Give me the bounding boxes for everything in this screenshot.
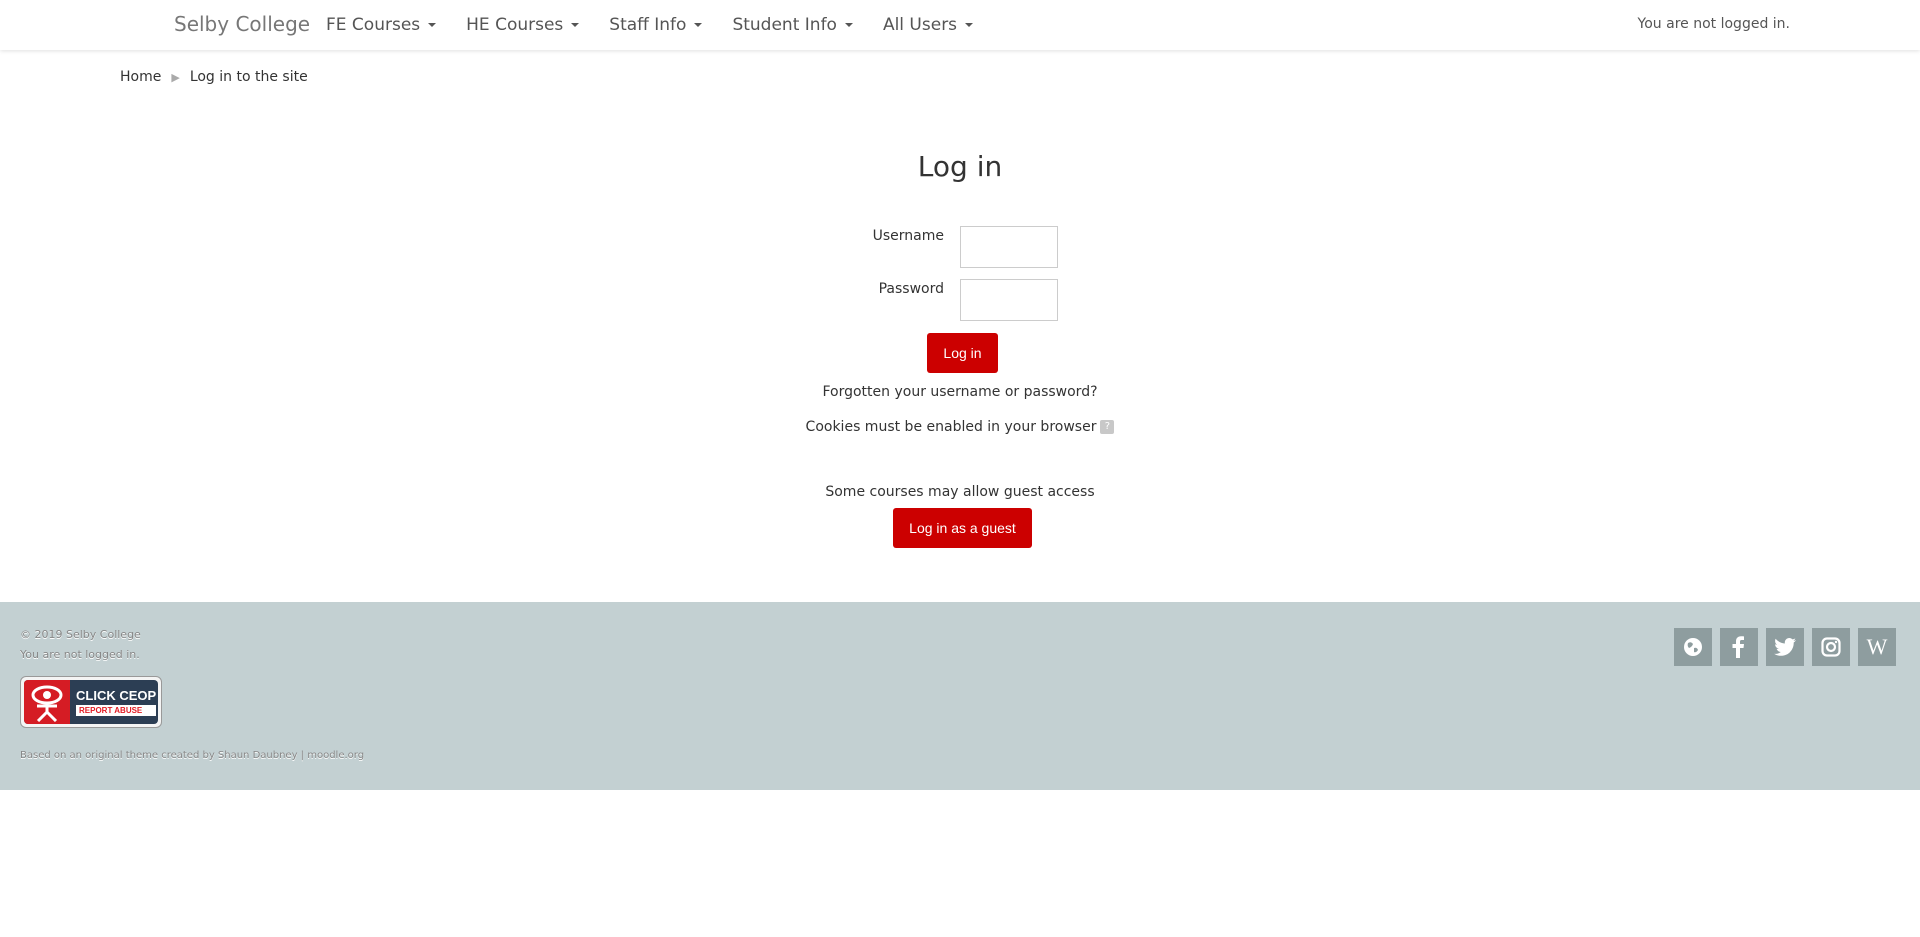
password-input[interactable] [960,279,1058,321]
copyright-text: © 2019 Selby College [20,628,141,641]
ceop-main-text: CLICK CEOP [76,688,157,703]
facebook-icon[interactable] [1720,628,1758,666]
guest-login-button[interactable]: Log in as a guest [893,508,1032,548]
caret-down-icon [965,23,974,27]
ceop-logo-icon [24,680,70,724]
username-input[interactable] [960,226,1058,268]
moodle-link[interactable]: moodle.org [307,750,364,761]
nav-item-label: FE Courses [326,15,421,35]
ceop-report-abuse-button[interactable]: CLICK CEOP REPORT ABUSE [20,676,162,728]
nav-item-fe-courses[interactable]: FE Courses [326,15,437,35]
guest-access-note: Some courses may allow guest access [825,484,1095,500]
nav-item-all-users[interactable]: All Users [882,15,974,35]
breadcrumb-home-link[interactable]: Home [120,69,161,85]
nav-item-label: Staff Info [609,15,687,35]
caret-down-icon [428,23,437,27]
footer-login-status: You are not logged in. [20,648,140,661]
login-status-text: You are not logged in. [1637,16,1790,32]
caret-down-icon [694,23,703,27]
caret-down-icon [844,23,853,27]
forgot-password-link[interactable]: Forgotten your username or password? [822,384,1097,400]
breadcrumb: Home ▶ Log in to the site [120,69,308,85]
site-brand-link[interactable]: Selby College [174,12,310,36]
nav-item-label: All Users [882,15,958,35]
nav-item-staff-info[interactable]: Staff Info [609,15,703,35]
forgot-password-row: Forgotten your username or password? [0,384,1920,400]
breadcrumb-current-link[interactable]: Log in to the site [190,69,308,85]
theme-credit: Based on an original theme created by Sh… [20,750,364,761]
ceop-text: CLICK CEOP REPORT ABUSE [70,680,157,724]
social-links: W [1666,628,1896,666]
page-title: Log in [917,150,1003,183]
theme-credit-text: Based on an original theme created by Sh… [20,750,298,761]
nav-item-he-courses[interactable]: HE Courses [466,15,580,35]
main-nav: FE Courses HE Courses Staff Info Student… [326,0,1003,50]
twitter-icon[interactable] [1766,628,1804,666]
cookies-notice: Cookies must be enabled in your browser … [0,419,1920,435]
cookies-text: Cookies must be enabled in your browser [805,419,1097,435]
credit-separator: | [297,750,308,761]
login-button[interactable]: Log in [927,333,998,373]
breadcrumb-separator-icon: ▶ [171,70,180,84]
wikipedia-icon[interactable]: W [1858,628,1896,666]
ceop-sub-text: REPORT ABUSE [76,705,157,716]
help-icon[interactable]: ? [1100,420,1115,434]
nav-item-label: Student Info [732,15,837,35]
top-navbar: Selby College FE Courses HE Courses Staf… [0,0,1920,50]
nav-item-student-info[interactable]: Student Info [732,15,853,35]
nav-item-label: HE Courses [466,15,564,35]
globe-icon[interactable] [1674,628,1712,666]
password-label: Password [878,281,944,297]
username-label: Username [872,228,944,244]
caret-down-icon [571,23,580,27]
page-footer: © 2019 Selby College You are not logged … [0,602,1920,790]
ceop-badge: CLICK CEOP REPORT ABUSE [24,680,158,724]
instagram-icon[interactable] [1812,628,1850,666]
